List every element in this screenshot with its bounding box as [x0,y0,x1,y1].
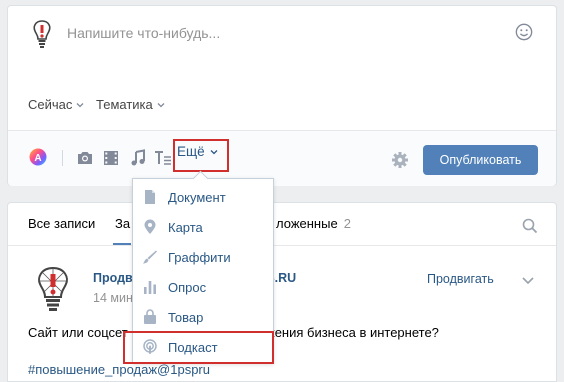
tab-postponed[interactable]: ложенные 2 [276,216,351,231]
post-input[interactable]: Напишите что-нибудь... [67,25,220,41]
menu-item-label: Документ [168,190,226,205]
menu-item-poll[interactable]: Опрос [133,272,273,302]
time-option-label: Сейчас [28,97,73,112]
topic-option-label: Тематика [96,97,153,112]
post-hashtag[interactable]: #повышение_продаж@1pspru [28,362,210,377]
menu-item-document[interactable]: Документ [133,182,273,212]
music-icon[interactable] [129,149,147,167]
promote-button[interactable]: Продвигать [427,272,494,286]
menu-item-label: Товар [168,310,204,325]
color-background-icon[interactable]: A [29,148,47,166]
tab-all-posts[interactable]: Все записи [28,216,95,231]
menu-item-label: Опрос [168,280,207,295]
map-pin-icon [144,219,156,234]
toolbar-separator [62,150,63,166]
gear-icon[interactable] [391,151,409,169]
post-author-avatar[interactable] [33,265,73,313]
photo-icon[interactable] [76,149,94,167]
time-option[interactable]: Сейчас [28,97,84,112]
tab-own-posts[interactable]: За [115,216,130,231]
svg-text:A: A [34,153,41,164]
post-date[interactable]: 14 мин [93,291,133,305]
menu-item-product[interactable]: Товар [133,302,273,332]
post-author-name[interactable]: Продв [93,271,133,285]
document-icon [145,190,155,204]
publish-button[interactable]: Опубликовать [423,145,538,175]
emoji-icon[interactable] [515,23,533,41]
video-icon[interactable] [102,149,120,167]
menu-item-graffiti[interactable]: Граффити [133,242,273,272]
menu-item-label: Граффити [168,250,231,265]
post-text-end: жения бизнеса в интернете? [266,325,439,340]
poll-icon [144,281,156,294]
tab-postponed-count: 2 [343,216,351,231]
tabs-divider [8,245,556,246]
bag-icon [144,309,156,324]
brush-icon [143,250,157,264]
chevron-down-icon [76,102,84,107]
post-text: Сайт или соцсет [28,325,128,340]
search-icon[interactable] [522,218,538,234]
chevron-down-icon [157,102,165,107]
menu-item-map[interactable]: Карта [133,212,273,242]
podcast-highlight [123,331,274,364]
menu-item-label: Карта [168,220,203,235]
topic-option[interactable]: Тематика [96,97,165,112]
tab-postponed-label: ложенные [276,216,338,231]
more-button-highlight [173,139,229,172]
avatar[interactable] [31,19,53,49]
article-icon[interactable] [154,149,172,167]
chevron-down-icon[interactable] [522,275,534,285]
